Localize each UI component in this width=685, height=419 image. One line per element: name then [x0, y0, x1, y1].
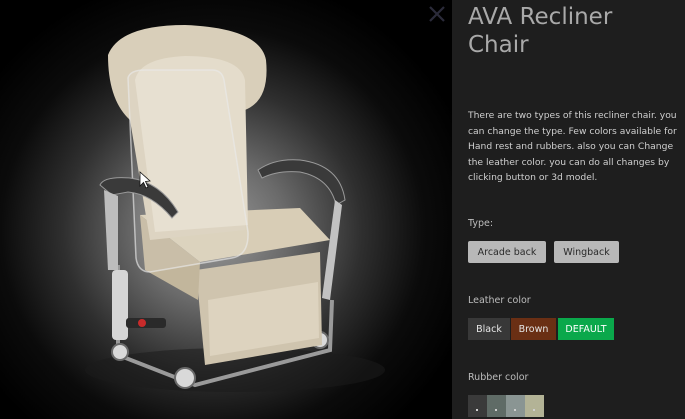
leather-color-options: Black Brown DEFAULT [468, 318, 668, 342]
product-title: AVA Recliner Chair [468, 4, 613, 58]
type-options: Arcade back Wingback [468, 241, 668, 265]
type-label: Type: [468, 218, 494, 229]
recliner-chair-model[interactable] [0, 0, 452, 419]
rubber-swatch-slate[interactable] [487, 395, 506, 417]
leather-brown-button[interactable]: Brown [511, 318, 556, 340]
product-description: There are two types of this recliner cha… [468, 110, 677, 183]
wingback-button[interactable]: Wingback [554, 241, 619, 263]
rubber-swatch-grey[interactable] [506, 395, 525, 417]
rubber-swatch-khaki[interactable] [525, 395, 544, 417]
product-config-panel: AVA Recliner Chair There are two types o… [452, 0, 685, 419]
rubber-color-swatches [468, 395, 558, 419]
rubber-color-label: Rubber color [468, 372, 529, 383]
leather-color-label: Leather color [468, 295, 531, 306]
app-root: AVA Recliner Chair There are two types o… [0, 0, 685, 419]
arcade-back-button[interactable]: Arcade back [468, 241, 546, 263]
leather-default-button[interactable]: DEFAULT [558, 318, 614, 340]
leather-black-button[interactable]: Black [468, 318, 510, 340]
close-icon[interactable] [426, 3, 448, 25]
rubber-swatch-dark[interactable] [468, 395, 487, 417]
3d-model-viewer[interactable] [0, 0, 452, 419]
